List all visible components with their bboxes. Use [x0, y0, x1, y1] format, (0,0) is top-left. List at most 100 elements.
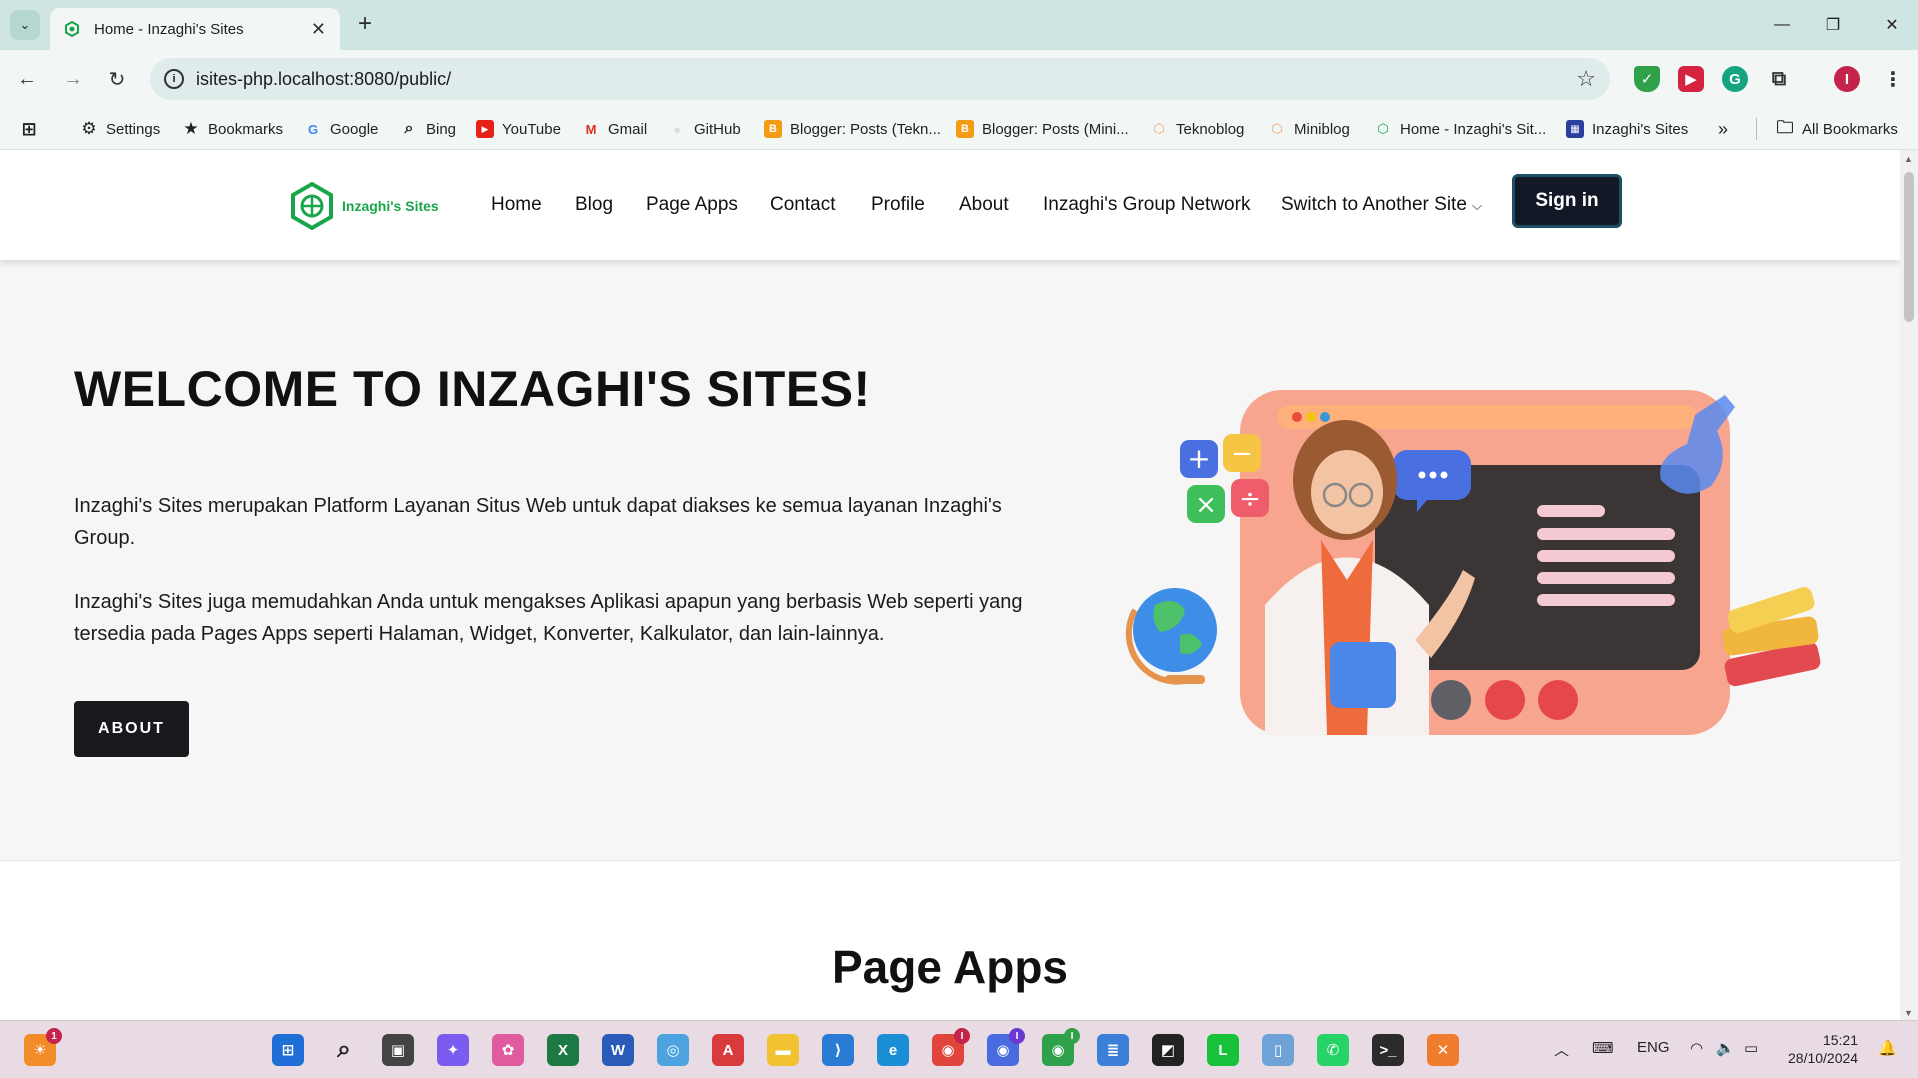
bookmark-settings[interactable]: ⚙ Settings: [80, 116, 160, 142]
copilot-icon[interactable]: ✦: [437, 1034, 469, 1066]
browser-titlebar: ⌄ Home - Inzaghi's Sites ✕ + — ❐ ✕: [0, 0, 1918, 50]
gmail-icon: M: [585, 121, 597, 137]
nav-blog[interactable]: Blog: [575, 194, 613, 216]
nav-home[interactable]: Home: [491, 194, 542, 216]
copilot-app-icon[interactable]: ✿: [492, 1034, 524, 1066]
line-app-icon[interactable]: L: [1207, 1034, 1239, 1066]
page-apps-title: Page Apps: [831, 941, 1069, 993]
tab-title: Home - Inzaghi's Sites: [94, 20, 244, 38]
notepad-icon[interactable]: ≣: [1097, 1034, 1129, 1066]
bookmark-inzaghis-sites[interactable]: ▦ Inzaghi's Sites: [1566, 116, 1688, 142]
scroll-up-arrow-icon[interactable]: ▲: [1904, 154, 1913, 164]
bookmarks-overflow-chevron-icon[interactable]: »: [1718, 116, 1728, 142]
search-icon: ⌕: [404, 120, 414, 137]
edge-icon[interactable]: e: [877, 1034, 909, 1066]
xampp-icon[interactable]: ✕: [1427, 1034, 1459, 1066]
nav-page-apps[interactable]: Page Apps: [646, 194, 738, 216]
notification-bell-icon[interactable]: 🔔: [1878, 1039, 1897, 1057]
chrome-profile-1-icon[interactable]: ◉ I: [932, 1028, 970, 1066]
site-header: Inzaghi's Sites Home Blog Page Apps Cont…: [0, 150, 1900, 260]
hero-title: WELCOME TO INZAGHI'S SITES!: [74, 361, 871, 417]
nav-profile[interactable]: Profile: [871, 194, 925, 216]
bookmark-google[interactable]: G Google: [304, 116, 378, 142]
vscode-icon[interactable]: ⟩: [822, 1034, 854, 1066]
url-text: isites-php.localhost:8080/public/: [196, 68, 452, 89]
system-clock[interactable]: 15:21 28/10/2024: [1788, 1031, 1858, 1067]
close-window-button[interactable]: ✕: [1872, 10, 1912, 40]
grammarly-extension-icon[interactable]: G: [1722, 66, 1748, 92]
whatsapp-icon[interactable]: ✆: [1317, 1034, 1349, 1066]
battery-icon[interactable]: ▭: [1744, 1039, 1758, 1057]
nav-group-network[interactable]: Inzaghi's Group Network: [1043, 194, 1250, 216]
reload-button[interactable]: ↻: [102, 64, 132, 94]
language-indicator[interactable]: ENG: [1637, 1039, 1670, 1056]
browser-menu-icon[interactable]: ⋮: [1880, 66, 1906, 92]
maps-app-icon[interactable]: ◎: [657, 1034, 689, 1066]
scroll-down-arrow-icon[interactable]: ▼: [1904, 1008, 1913, 1018]
sticky-notes-icon[interactable]: ◩: [1152, 1034, 1184, 1066]
gear-icon: ⚙: [81, 119, 97, 138]
keyboard-icon[interactable]: ⌨: [1592, 1039, 1614, 1057]
address-bar[interactable]: i isites-php.localhost:8080/public/ ☆: [150, 58, 1610, 100]
search-icon[interactable]: ⌕: [328, 1034, 360, 1066]
back-button[interactable]: ←: [12, 64, 42, 94]
tab-close-icon[interactable]: ✕: [311, 19, 326, 40]
chrome-profile-3-icon[interactable]: ◉ I: [1042, 1028, 1080, 1066]
terminal-icon[interactable]: >_: [1372, 1034, 1404, 1066]
tablet-app-icon[interactable]: ▯: [1262, 1034, 1294, 1066]
browser-tab-active[interactable]: Home - Inzaghi's Sites ✕: [50, 8, 340, 50]
all-bookmarks-folder[interactable]: 🗀 All Bookmarks: [1776, 116, 1898, 142]
page-scrollbar[interactable]: ▲ ▼: [1900, 150, 1918, 1020]
svg-text:×: ×: [1195, 490, 1217, 520]
chrome-profile-2-icon[interactable]: ◉ I: [987, 1028, 1025, 1066]
svg-text:−: −: [1231, 439, 1253, 469]
excel-icon[interactable]: X: [547, 1034, 579, 1066]
bookmark-youtube[interactable]: ▶ YouTube: [476, 116, 561, 142]
logo-hexagon-icon: [291, 182, 333, 230]
bookmark-github[interactable]: ● GitHub: [668, 116, 741, 142]
browser-toolbar: ← → ↻ i isites-php.localhost:8080/public…: [0, 50, 1918, 108]
bookmark-bookmarks[interactable]: ★ Bookmarks: [182, 116, 283, 142]
media-extension-icon[interactable]: ▶: [1678, 66, 1704, 92]
shield-extension-icon[interactable]: ✓: [1634, 66, 1660, 92]
bookmark-bing[interactable]: ⌕ Bing: [400, 116, 457, 142]
bookmark-gmail[interactable]: M Gmail: [582, 116, 648, 142]
bookmark-blogger-mini[interactable]: B Blogger: Posts (Mini...: [956, 116, 1129, 142]
site-logo[interactable]: Inzaghi's Sites: [290, 182, 439, 230]
bookmark-teknoblog[interactable]: ⬡ Teknoblog: [1150, 116, 1244, 142]
tab-search-button[interactable]: ⌄: [10, 10, 40, 40]
volume-icon[interactable]: 🔈: [1716, 1039, 1735, 1057]
minimize-button[interactable]: —: [1762, 10, 1802, 40]
start-windows-icon[interactable]: ⊞: [272, 1034, 304, 1066]
nav-about[interactable]: About: [959, 194, 1009, 216]
file-explorer-icon[interactable]: ▬: [767, 1034, 799, 1066]
site-favicon-icon: [65, 21, 79, 37]
restore-button[interactable]: ❐: [1813, 10, 1853, 40]
nav-contact[interactable]: Contact: [770, 194, 835, 216]
about-button[interactable]: ABOUT: [74, 701, 189, 757]
forward-button[interactable]: →: [58, 64, 88, 94]
logo-text: Inzaghi's Sites: [342, 198, 439, 214]
apps-grid-icon[interactable]: ⊞: [20, 116, 46, 142]
weather-widget-icon[interactable]: ☀ 1: [24, 1028, 62, 1066]
bookmark-blogger-tekn[interactable]: B Blogger: Posts (Tekn...: [764, 116, 941, 142]
extensions-puzzle-icon[interactable]: ⧉: [1766, 66, 1792, 92]
star-icon: ★: [183, 119, 199, 138]
wifi-icon[interactable]: ◠: [1690, 1039, 1703, 1057]
sign-in-button[interactable]: Sign in: [1512, 174, 1622, 228]
word-icon[interactable]: W: [602, 1034, 634, 1066]
nav-switch-site[interactable]: Switch to Another Site ⌵: [1281, 194, 1482, 216]
hexagon-icon: ⬡: [1271, 121, 1283, 136]
scroll-thumb[interactable]: [1904, 172, 1914, 322]
site-info-icon[interactable]: i: [164, 69, 184, 89]
bookmark-star-icon[interactable]: ☆: [1576, 66, 1596, 92]
bookmark-miniblog[interactable]: ⬡ Miniblog: [1268, 116, 1350, 142]
bookmark-home-inzaghi[interactable]: ⬡ Home - Inzaghi's Sit...: [1374, 116, 1546, 142]
new-tab-button[interactable]: +: [352, 12, 378, 38]
tray-overflow-chevron-icon[interactable]: ︿: [1554, 1039, 1569, 1060]
app-a-icon[interactable]: A: [712, 1034, 744, 1066]
bookmarks-bar: ⊞ ⚙ Settings ★ Bookmarks G Google ⌕ Bing ▶ Yo…: [0, 108, 1918, 150]
profile-avatar[interactable]: I: [1834, 66, 1860, 92]
task-view-icon[interactable]: ▣: [382, 1034, 414, 1066]
hero-paragraph-1: Inzaghi's Sites merupakan Platform Layan…: [74, 495, 1002, 549]
